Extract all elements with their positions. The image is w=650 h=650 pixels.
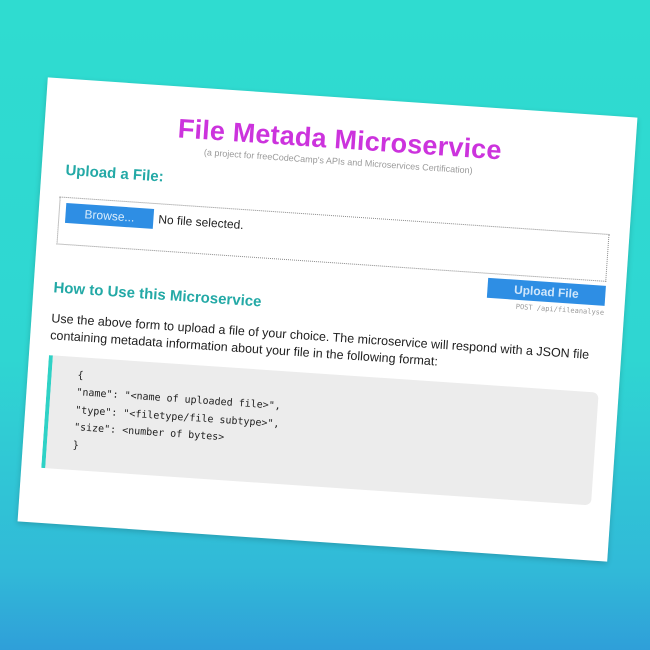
file-status-text: No file selected. [157, 211, 245, 232]
browse-button[interactable]: Browse... [64, 202, 155, 229]
main-card: File Metada Microservice (a project for … [17, 77, 638, 562]
file-input[interactable]: Browse... No file selected. [64, 202, 245, 235]
json-format-code-block: { "name": "<name of uploaded file>", "ty… [41, 354, 599, 506]
upload-file-button[interactable]: Upload File [486, 277, 606, 306]
